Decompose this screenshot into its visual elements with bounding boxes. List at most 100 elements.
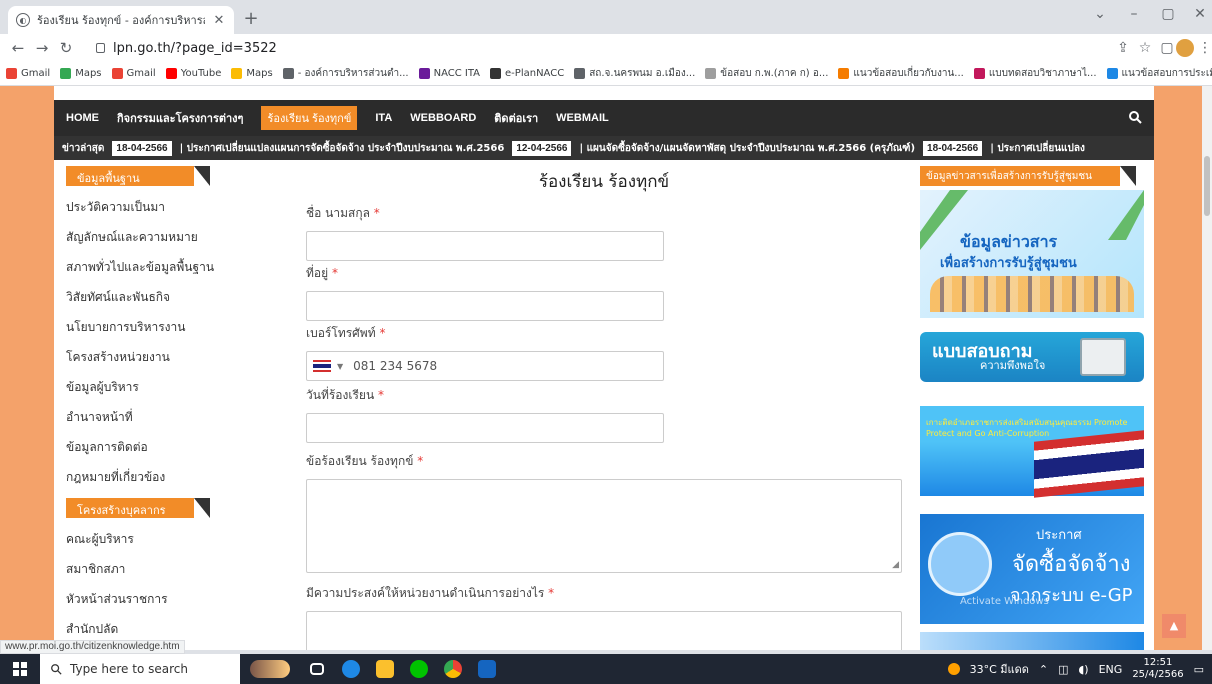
maps-icon (60, 68, 72, 79)
close-window-icon[interactable]: ✕ (1190, 6, 1210, 22)
taskbar-search[interactable]: Type here to search (40, 654, 240, 684)
browser-tab[interactable]: ◐ ร้องเรียน ร้องทุกข์ - องค์การบริหารส่ว… (8, 6, 234, 34)
news-link[interactable]: | แผนจัดซื้อจัดจ้าง/แผนจัดหาพัสดุ ประจำป… (579, 141, 915, 156)
weather-text[interactable]: 33°C มีแดด (970, 660, 1029, 678)
sidebar-link[interactable]: อำนาจหน้าที่ (54, 402, 286, 432)
thai-flag-icon[interactable] (313, 360, 331, 372)
bookmark-item[interactable]: NACC ITA (418, 68, 481, 79)
scroll-to-top-button[interactable]: ▲ (1162, 614, 1186, 638)
bookmark-item[interactable]: แนวข้อสอบเกี่ยวกับงาน... (838, 66, 964, 81)
sidepanel-icon[interactable]: ▢ (1158, 40, 1176, 56)
task-view-icon[interactable] (300, 654, 334, 684)
nav-item[interactable]: HOME (66, 112, 99, 124)
bookmark-item[interactable]: Maps (60, 68, 102, 79)
taskbar-figures-icon[interactable] (240, 654, 300, 684)
bookmark-item[interactable]: Gmail (111, 68, 156, 79)
survey-banner[interactable]: แบบสอบถาม ความพึงพอใจ (920, 324, 1144, 388)
scrollbar-thumb[interactable] (1204, 156, 1210, 216)
sidebar-link[interactable]: หัวหน้าส่วนราชการ (54, 584, 286, 614)
lang-indicator[interactable]: ENG (1099, 663, 1123, 676)
info-banner[interactable]: ข้อมูลข่าวสาร เพื่อสร้างการรับรู้สู่ชุมช… (920, 190, 1144, 318)
right-sidebar: ข้อมูลข่าวสารเพื่อสร้างการรับรู้สู่ชุมชน… (920, 160, 1154, 650)
page-scrollbar[interactable] (1202, 86, 1212, 650)
sidebar-link[interactable]: ประวัติความเป็นมา (54, 192, 286, 222)
required-mark: * (379, 326, 386, 340)
request-textarea[interactable] (306, 611, 902, 650)
bookmarks-bar: Gmail Maps Gmail YouTube Maps - องค์การบริหาร… (0, 62, 1212, 86)
egp-banner[interactable]: ประกาศ จัดซื้อจัดจ้าง จากระบบ e-GP Activ… (920, 514, 1144, 624)
sidebar-link[interactable]: กฎหมายที่เกี่ยวข้อง (54, 462, 286, 492)
complaint-textarea[interactable]: ◢ (306, 479, 902, 573)
minimize-icon[interactable]: – (1124, 6, 1144, 22)
globe-icon: ◐ (16, 13, 30, 27)
back-icon[interactable]: ← (6, 39, 30, 57)
volume-icon[interactable]: ◖) (1079, 663, 1089, 676)
nav-item[interactable]: ติดต่อเรา (494, 109, 538, 127)
maximize-icon[interactable]: ▢ (1158, 6, 1178, 22)
search-icon[interactable] (1128, 110, 1142, 124)
nav-item[interactable]: ITA (375, 112, 392, 124)
nav-item[interactable]: ร้องเรียน ร้องทุกข์ (261, 106, 358, 130)
partial-banner[interactable] (920, 632, 1144, 650)
clock[interactable]: 12:51 25/4/2566 (1132, 657, 1183, 681)
date-input[interactable] (306, 413, 664, 443)
request-field-group: มีความประสงค์ให้หน่วยงานดำเนินการอย่างไร… (306, 584, 902, 650)
address-input[interactable] (306, 291, 664, 321)
complaint-form: ร้องเรียน ร้องทุกข์ ชื่อ นามสกุล * ที่อย… (294, 160, 914, 650)
close-tab-icon[interactable]: ✕ (212, 13, 226, 28)
sidebar-link[interactable]: สมาชิกสภา (54, 554, 286, 584)
personnel-menu: คณะผู้บริหาร สมาชิกสภา หัวหน้าส่วนราชการ สำ… (54, 524, 286, 644)
chrome-icon[interactable] (436, 654, 470, 684)
tab-search-icon[interactable]: ⌄ (1090, 6, 1110, 22)
site-navbar: HOME กิจกรรมและโครงการต่างๆ ร้องเรียน ร้อง… (54, 100, 1154, 136)
new-tab-icon[interactable]: + (240, 9, 262, 29)
news-link[interactable]: | ประกาศเปลี่ยนแปลงแผนการจัดซื้อจัดจ้าง … (180, 141, 505, 156)
sidebar-link[interactable]: สภาพทั่วไปและข้อมูลพื้นฐาน (54, 252, 286, 282)
banner-text: ความพึงพอใจ (980, 359, 1046, 372)
bookmark-item[interactable]: สถ.จ.นครพนม อ.เมือง... (574, 66, 695, 81)
forward-icon[interactable]: → (30, 39, 54, 57)
edge-icon[interactable] (334, 654, 368, 684)
bookmark-label: NACC ITA (433, 68, 481, 79)
bookmark-label: แนวข้อสอบเกี่ยวกับงาน... (853, 68, 964, 79)
menu-icon[interactable]: ⋮ (1196, 40, 1212, 56)
windows-start-icon[interactable] (0, 654, 40, 684)
star-icon[interactable]: ☆ (1136, 40, 1154, 56)
sidebar-link[interactable]: ข้อมูลผู้บริหาร (54, 372, 286, 402)
tab-title: ร้องเรียน ร้องทุกข์ - องค์การบริหารส่วน (37, 14, 205, 27)
line-icon[interactable] (402, 654, 436, 684)
file-explorer-icon[interactable] (368, 654, 402, 684)
reload-icon[interactable]: ↻ (54, 39, 78, 57)
bookmark-item[interactable]: ข้อสอบ ก.พ.(ภาค ก) อ... (705, 66, 828, 81)
notification-icon[interactable]: ▭ (1194, 663, 1204, 676)
sidebar-link[interactable]: ข้อมูลการติดต่อ (54, 432, 286, 462)
profile-avatar[interactable] (1176, 39, 1194, 57)
bookmark-item[interactable]: - องค์การบริหารส่วนตำ... (282, 66, 409, 81)
news-link[interactable]: | ประกาศเปลี่ยนแปลง (990, 141, 1085, 156)
sidebar-link[interactable]: คณะผู้บริหาร (54, 524, 286, 554)
chevron-down-icon[interactable]: ▼ (337, 362, 343, 371)
nav-item[interactable]: WEBBOARD (410, 112, 476, 124)
sidebar-link[interactable]: สัญลักษณ์และความหมาย (54, 222, 286, 252)
bookmark-item[interactable]: Gmail (6, 68, 50, 79)
sidebar-link[interactable]: วิสัยทัศน์และพันธกิจ (54, 282, 286, 312)
nav-item[interactable]: กิจกรรมและโครงการต่างๆ (117, 109, 243, 127)
network-icon[interactable]: ◫ (1058, 663, 1068, 676)
phone-input[interactable]: ▼ 081 234 5678 (306, 351, 664, 381)
required-mark: * (377, 388, 384, 402)
share-icon[interactable]: ⇪ (1114, 40, 1132, 56)
nav-item[interactable]: WEBMAIL (556, 112, 609, 124)
resize-grip-icon[interactable]: ◢ (892, 560, 899, 570)
bookmark-item[interactable]: แบบทดสอบวิชาภาษาไ... (973, 66, 1097, 81)
anti-corruption-banner[interactable]: เกาะติดอำเภอราชการส่งเสริมสนับสนุนคุณธรร… (920, 406, 1144, 498)
bookmark-item[interactable]: แนวข้อสอบการประเมิน... (1106, 66, 1212, 81)
tray-chevron-icon[interactable]: ⌃ (1039, 663, 1048, 676)
bookmark-item[interactable]: YouTube (165, 68, 221, 79)
sidebar-link[interactable]: นโยบายการบริหารงาน (54, 312, 286, 342)
bookmark-item[interactable]: e-PlanNACC (490, 68, 564, 79)
word-icon[interactable] (470, 654, 504, 684)
bookmark-item[interactable]: Maps (231, 68, 273, 79)
sidebar-link[interactable]: โครงสร้างหน่วยงาน (54, 342, 286, 372)
address-bar[interactable]: lpn.go.th/?page_id=3522 (92, 36, 1142, 60)
name-input[interactable] (306, 231, 664, 261)
